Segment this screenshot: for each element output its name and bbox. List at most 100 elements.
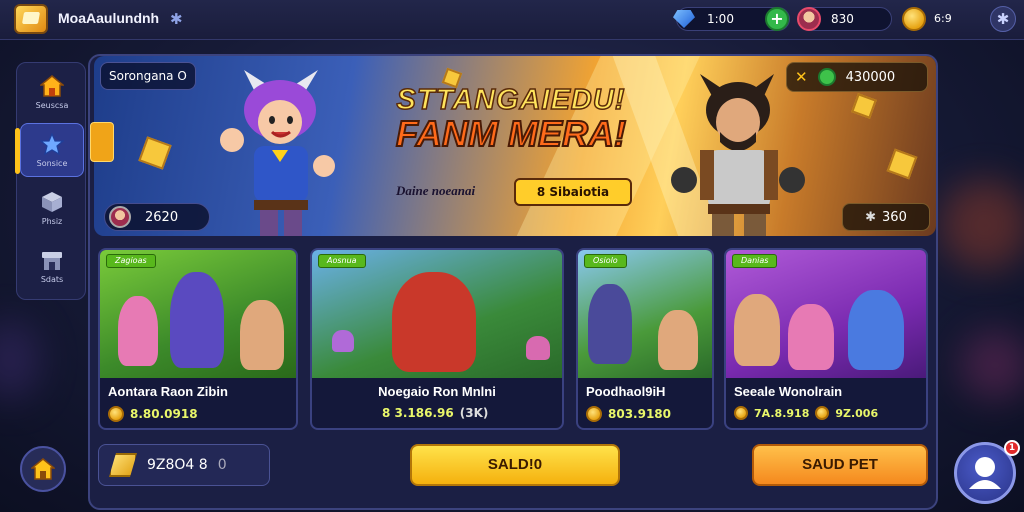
character-figure [332,330,354,352]
gems-value: 1:00 [707,12,734,26]
card-title: Noegaio Ron Mnlni [378,384,496,399]
hero-warrior-character [671,74,805,236]
card-price: 8 3.186.96 (3K) [382,406,488,420]
card-art [100,250,296,378]
banner-tag: Sorongana O [100,62,196,90]
player-score: 2620 [104,203,210,231]
group-icon: ✱ [865,209,877,225]
swords-icon: ✕ [795,68,808,86]
banner-action-button[interactable]: 8 Sibaiotia [514,178,632,206]
card-price-value-2: 9Z.006 [835,406,879,420]
gold-bar-icon [109,453,137,477]
game-logo-icon [14,4,48,34]
card-price-value: 803.9180 [608,407,672,421]
background-decoration [0,320,40,400]
box-icon [42,191,62,212]
character-figure [588,284,632,364]
add-gems-button[interactable]: + [765,7,789,31]
banner-headline-line-2: FANM MERA! [395,112,627,155]
coin-icon [108,406,124,422]
reward-counter: ✕ 430000 [786,62,928,92]
sidebar: Seuscsa Sonsice Phsiz Sdats [15,62,86,300]
character-figure [734,294,780,366]
card-art [312,250,562,378]
gem-icon [673,10,695,28]
character-figure [170,272,224,368]
card-price-value: 8.80.0918 [130,407,198,421]
card-price-value: 7A.8.918 [754,406,810,420]
card-price-value: 8 3.186.96 [382,406,454,420]
background-decoration [940,180,1024,270]
players-counter: ✱ 360 [842,203,930,231]
character-figure [788,304,834,370]
settings-gear-icon[interactable]: ✱ [990,6,1016,32]
card-badge: Zagioas [106,254,156,268]
hero-girl-character [220,70,335,236]
card-title: Poodhaol9iH [586,384,666,399]
puzzle-icon[interactable]: ✱ [170,10,183,28]
sidebar-item-label: Sonsice [36,158,68,168]
coin-icon [586,406,602,422]
banner-side-tab[interactable] [90,122,114,162]
coin-icon [902,7,926,31]
banner-headline: STTANGAIEDU! FANM MERA! [376,83,646,155]
character-figure [118,296,158,366]
reward-value: 430000 [845,69,896,85]
character-figure [392,272,476,372]
star-icon [40,132,64,155]
game-card[interactable]: Danias Seeale Wonolrain 7A.8.918 9Z.006 [724,248,928,430]
player-avatar-icon [109,206,131,228]
card-badge: Osiolo [584,254,627,268]
character-figure [848,290,904,370]
card-title: Seeale Wonolrain [734,384,843,399]
currency-balance: 9Z8O4 8 0 [98,444,270,486]
card-price-extra: (3K) [459,406,489,420]
primary-action-button[interactable]: SALD!0 [410,444,620,486]
notification-badge: 1 [1004,440,1020,456]
game-card[interactable]: Aosnua Noegaio Ron Mnlni 8 3.186.96 (3K) [310,248,564,430]
profile-icon [969,457,1001,489]
avatar-counter: 830 [797,7,892,31]
character-figure [240,300,284,370]
avatar-value: 830 [831,12,854,26]
gem-green-icon [817,68,836,86]
background-decoration [960,330,1024,400]
shop-icon [42,251,62,270]
character-figure [526,336,550,360]
gems-counter: 1:00 + [673,7,790,31]
card-badge: Danias [732,254,778,268]
sidebar-item-inventory[interactable]: Phsiz [20,181,84,235]
sidebar-item-label: Sdats [40,274,64,284]
app-title: MoaAaulundnh [58,10,160,26]
currency-unit: 0 [217,457,227,473]
game-card[interactable]: Osiolo Poodhaol9iH 803.9180 [576,248,714,430]
game-card[interactable]: Zagioas Aontara Raon Zibin 8.80.0918 [98,248,298,430]
sidebar-item-label: Seuscsa [35,100,69,110]
character-figure [658,310,698,370]
sidebar-item-favorites[interactable]: Sonsice [15,123,84,177]
top-bar: MoaAaulundnh ✱ 1:00 + 830 6:9 ✱ [0,0,1024,40]
floating-block [851,93,877,119]
currency-value: 9Z8O4 8 [147,457,208,473]
home-button[interactable] [20,446,66,492]
card-title: Aontara Raon Zibin [108,384,228,399]
coin-icon [734,406,748,420]
card-price: 803.9180 [586,406,671,422]
house-icon [31,458,55,480]
floating-block [138,136,172,170]
coin-icon [815,406,830,420]
card-art [726,250,926,378]
card-art [578,250,712,378]
floating-block [886,148,918,180]
player-avatar-icon[interactable] [797,7,821,31]
banner-subline: Daine noeanai [396,183,476,198]
players-count-value: 360 [882,209,907,225]
card-badge: Aosnua [318,254,366,268]
house-icon [40,74,64,97]
card-price: 8.80.0918 [108,406,198,422]
secondary-action-button[interactable]: SAUD PET [752,444,928,486]
card-price: 7A.8.918 9Z.006 [734,406,878,420]
sidebar-item-home[interactable]: Seuscsa [20,65,84,119]
player-score-value: 2620 [145,209,179,225]
sidebar-item-shop[interactable]: Sdats [20,239,84,293]
